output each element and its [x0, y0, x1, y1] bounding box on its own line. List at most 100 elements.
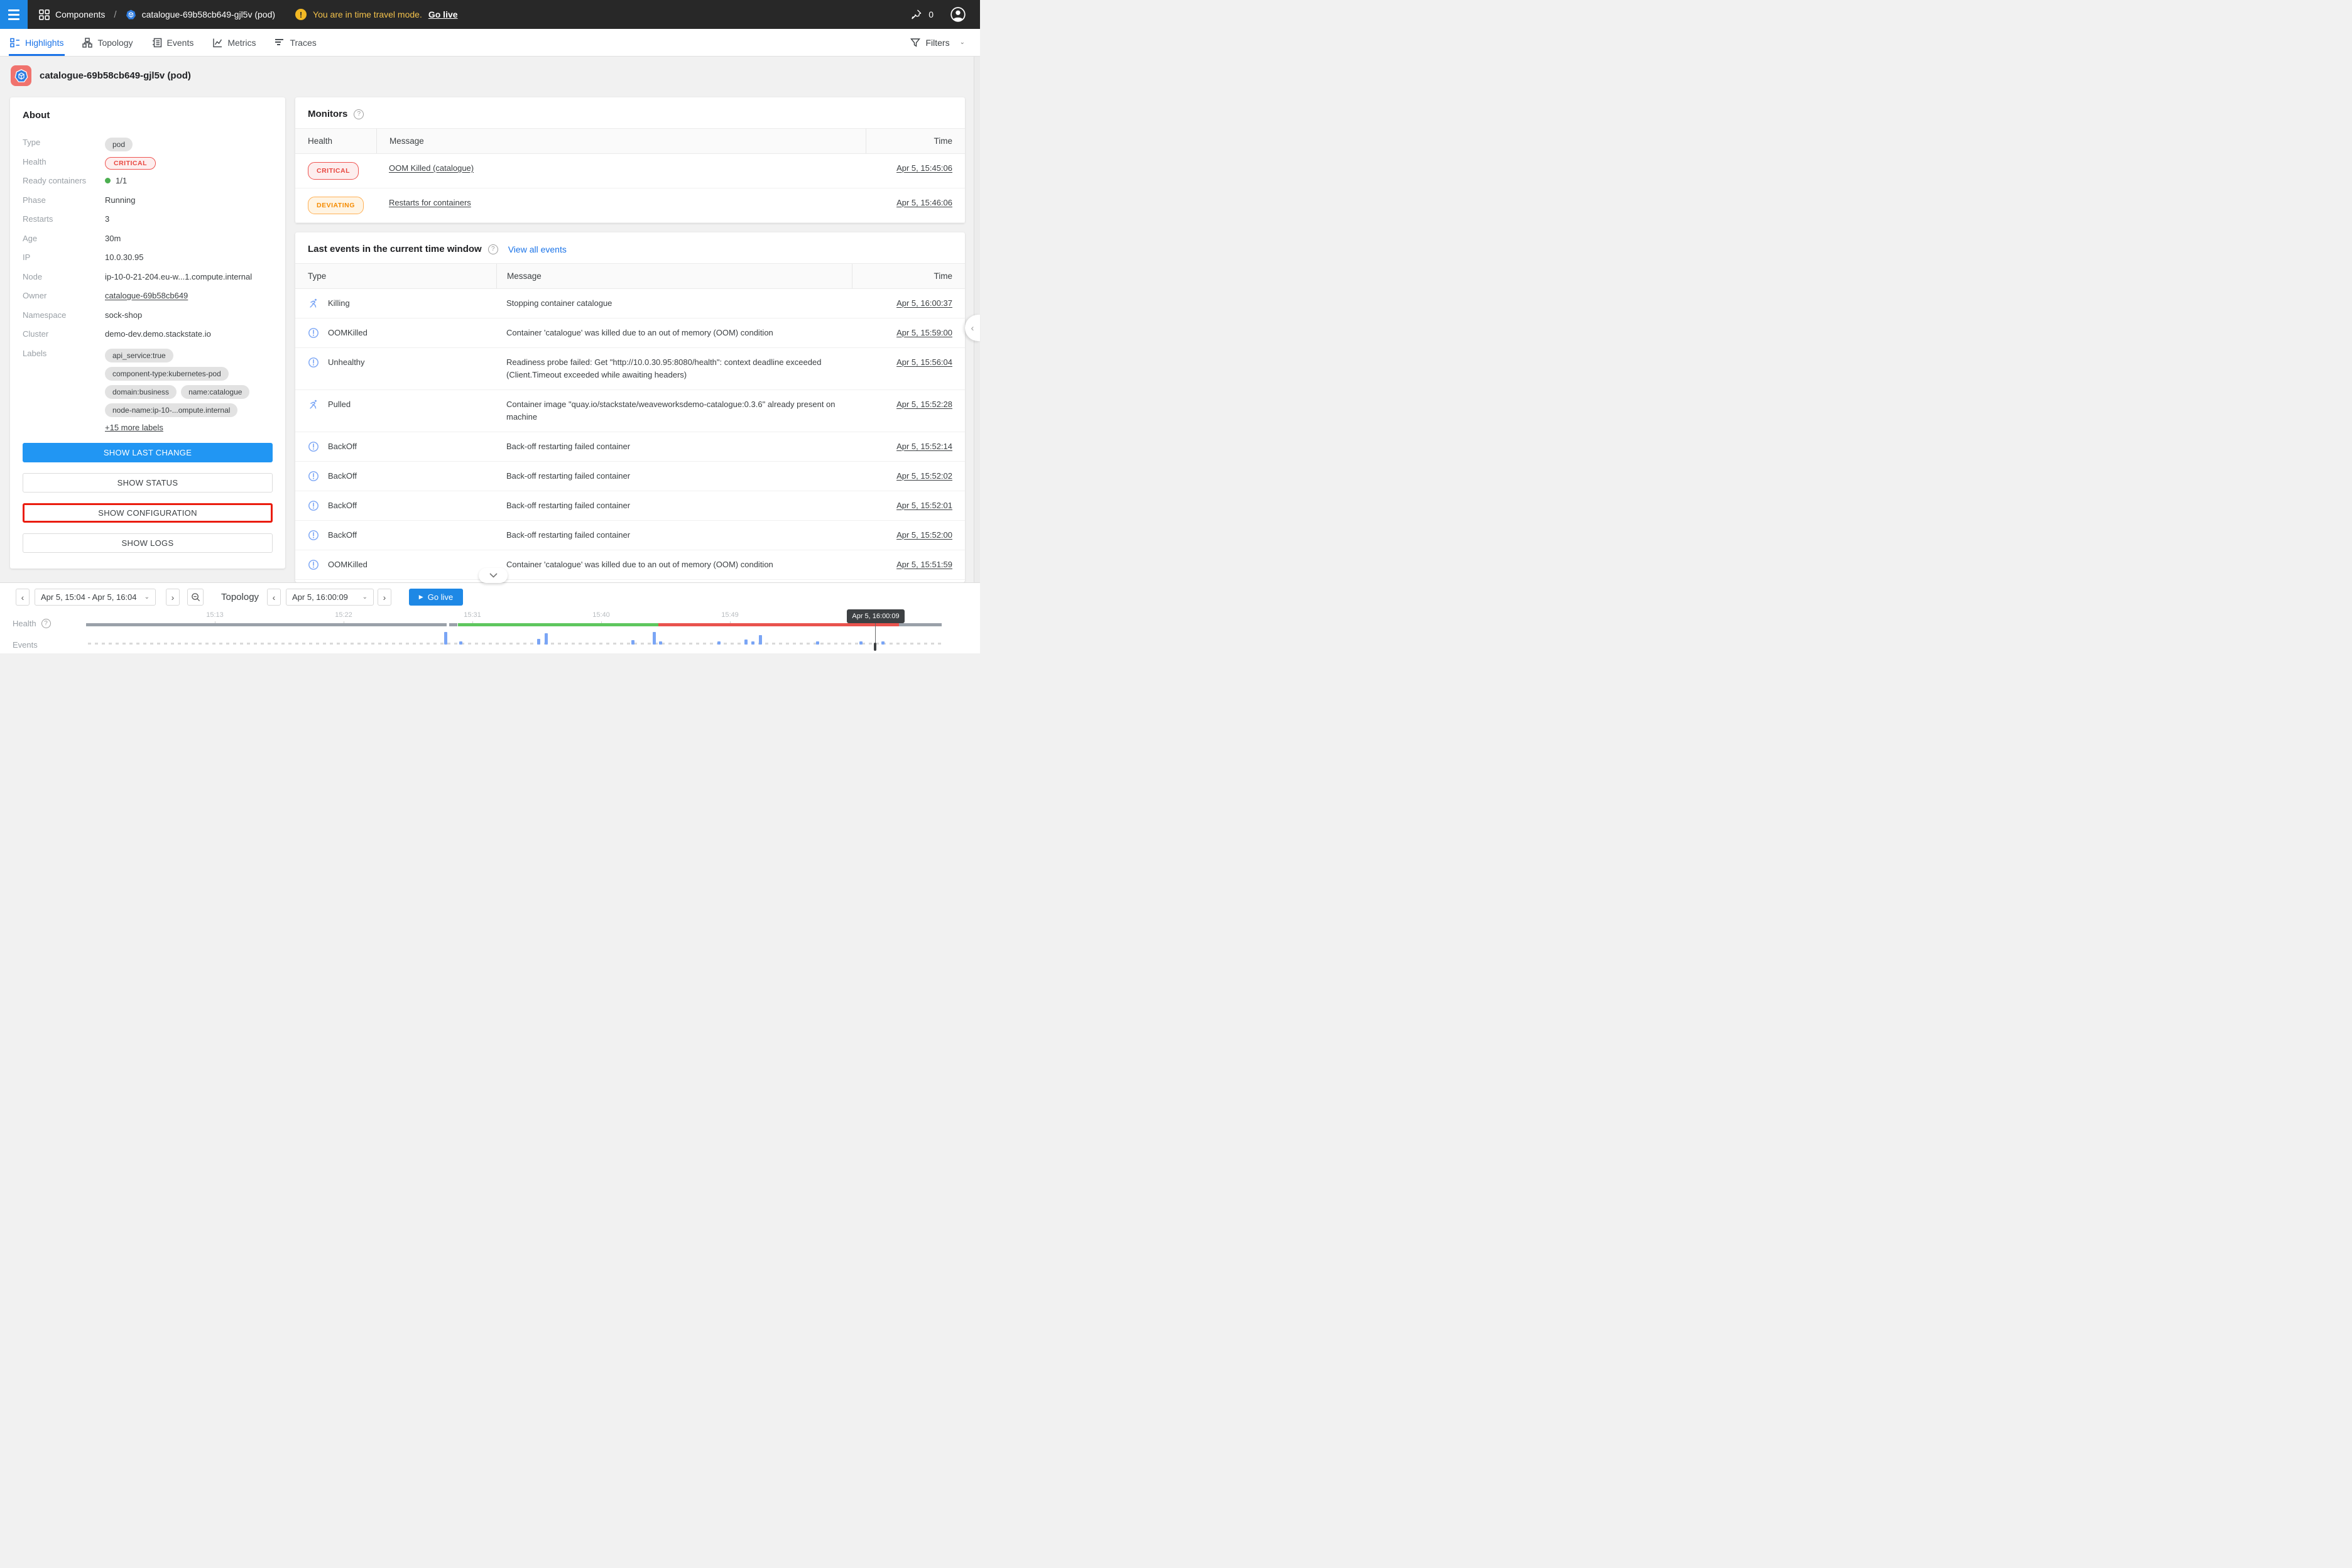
events-title: Last events in the current time window [308, 244, 482, 254]
show-last-change-button[interactable]: SHOW LAST CHANGE [23, 443, 273, 462]
topology-time-prev-button[interactable]: ‹ [267, 589, 281, 606]
events-row-label: Events [13, 640, 38, 650]
time-travel-text: You are in time travel mode. [313, 9, 422, 19]
menu-icon[interactable] [0, 0, 28, 29]
more-labels-link[interactable]: +15 more labels [105, 423, 163, 432]
event-count-bar [881, 641, 885, 645]
filters-label: Filters [925, 38, 949, 48]
tab-topology[interactable]: Topology [82, 29, 133, 56]
health-segment [86, 623, 447, 626]
monitors-table-header: Health Message Time [295, 128, 965, 154]
event-time-link[interactable]: Apr 5, 15:59:00 [896, 328, 952, 337]
view-all-events-link[interactable]: View all events [508, 244, 567, 254]
breadcrumb-entity[interactable]: catalogue-69b58cb649-gjl5v (pod) [126, 9, 275, 20]
time-marker-handle[interactable] [874, 643, 876, 651]
monitor-message-link[interactable]: Restarts for containers [389, 198, 471, 207]
event-count-bar [744, 640, 748, 645]
monitor-time-link[interactable]: Apr 5, 15:45:06 [896, 163, 952, 173]
alert-circle-icon [308, 357, 319, 368]
monitor-message-link[interactable]: OOM Killed (catalogue) [389, 163, 474, 173]
chevron-down-icon: ⌄ [144, 594, 150, 601]
monitors-card: Monitors ? Health Message Time CRITICAL … [295, 97, 965, 223]
health-segment [458, 623, 658, 626]
event-type: BackOff [328, 440, 357, 453]
event-type: BackOff [328, 499, 357, 512]
time-range-dropdown[interactable]: Apr 5, 15:04 - Apr 5, 16:04 ⌄ [35, 589, 156, 606]
monitors-help-icon[interactable]: ? [354, 109, 364, 119]
avatar[interactable] [950, 6, 966, 23]
label-pill: component-type:kubernetes-pod [105, 367, 229, 381]
monitor-status-badge: DEVIATING [308, 197, 364, 214]
range-next-button[interactable]: › [166, 589, 180, 606]
about-title: About [23, 110, 273, 121]
timeline-panel: ‹ Apr 5, 15:04 - Apr 5, 16:04 ⌄ › Topolo… [0, 582, 980, 653]
pin-icon[interactable] [910, 9, 922, 21]
tab-highlights[interactable]: Highlights [10, 29, 63, 56]
expand-events-tab[interactable] [479, 568, 508, 583]
label-pill: node-name:ip-10-...ompute.internal [105, 403, 237, 417]
show-status-button[interactable]: SHOW STATUS [23, 473, 273, 493]
event-type: BackOff [328, 529, 357, 542]
monitor-time-link[interactable]: Apr 5, 15:46:06 [896, 198, 952, 207]
breadcrumb-components[interactable]: Components [39, 9, 105, 20]
table-row: BackOff Back-off restarting failed conta… [295, 462, 965, 491]
event-time-link[interactable]: Apr 5, 15:52:28 [896, 400, 952, 409]
show-logs-button[interactable]: SHOW LOGS [23, 533, 273, 553]
event-time-link[interactable]: Apr 5, 15:51:59 [896, 560, 952, 569]
chevron-down-icon [489, 573, 498, 578]
range-prev-button[interactable]: ‹ [16, 589, 30, 606]
event-message: Back-off restarting failed container [496, 521, 848, 550]
about-row-namespace: Namespace sock-shop [23, 308, 273, 328]
tab-traces[interactable]: Traces [275, 29, 316, 56]
go-live-button[interactable]: ▶ Go live [409, 589, 463, 606]
about-row-cluster: Cluster demo-dev.demo.stackstate.io [23, 327, 273, 347]
play-icon: ▶ [419, 594, 423, 601]
event-time-link[interactable]: Apr 5, 16:00:37 [896, 298, 952, 308]
pin-count: 0 [928, 9, 934, 19]
event-time-link[interactable]: Apr 5, 15:52:14 [896, 442, 952, 451]
tab-label: Highlights [25, 38, 63, 48]
monitors-table-body: CRITICAL OOM Killed (catalogue) Apr 5, 1… [295, 154, 965, 223]
page-title: catalogue-69b58cb649-gjl5v (pod) [40, 70, 191, 81]
health-status-badge: CRITICAL [105, 157, 156, 170]
go-live-link[interactable]: Go live [428, 9, 458, 19]
event-time-link[interactable]: Apr 5, 15:52:00 [896, 530, 952, 540]
collapse-panel-handle[interactable]: ‹ [965, 315, 980, 341]
health-row-label: Health ? [13, 619, 51, 628]
events-table-header: Type Message Time [295, 263, 965, 289]
event-time-link[interactable]: Apr 5, 15:52:01 [896, 501, 952, 510]
alert-circle-icon [308, 530, 319, 541]
owner-link[interactable]: catalogue-69b58cb649 [105, 291, 188, 300]
event-count-bar [537, 639, 540, 645]
top-bar: Components / catalogue-69b58cb649-gjl5v … [0, 0, 980, 29]
zoom-out-button[interactable] [187, 589, 204, 606]
event-time-link[interactable]: Apr 5, 15:56:04 [896, 357, 952, 367]
runner-icon [308, 399, 319, 410]
event-type: OOMKilled [328, 558, 368, 571]
topology-time-next-button[interactable]: › [378, 589, 391, 606]
event-count-bar [717, 641, 721, 645]
about-row-node: Node ip-10-0-21-204.eu-w...1.compute.int… [23, 270, 273, 290]
filters-button[interactable]: Filters ⌄ [910, 38, 980, 48]
event-message: Back-off restarting failed container [496, 491, 848, 520]
event-time-link[interactable]: Apr 5, 15:52:02 [896, 471, 952, 481]
events-help-icon[interactable]: ? [488, 244, 498, 254]
topology-time-dropdown[interactable]: Apr 5, 16:00:09 ⌄ [286, 589, 374, 606]
entity-header: catalogue-69b58cb649-gjl5v (pod) [11, 65, 191, 86]
show-configuration-button[interactable]: SHOW CONFIGURATION [23, 503, 273, 523]
event-message: Readiness probe failed: Get "http://10.0… [496, 348, 848, 389]
current-time-tooltip: Apr 5, 16:00:09 [847, 609, 905, 623]
about-row-type: Type pod [23, 136, 273, 155]
health-help-icon[interactable]: ? [41, 619, 51, 628]
topology-icon [82, 38, 92, 48]
table-row: BackOff Back-off restarting failed conta… [295, 491, 965, 521]
table-row: OOMKilled Container 'catalogue' was kill… [295, 318, 965, 348]
event-count-bar [545, 633, 548, 645]
table-row: OOMKilled Container 'catalogue' was kill… [295, 550, 965, 580]
tab-metrics[interactable]: Metrics [212, 29, 256, 56]
about-row-owner: Owner catalogue-69b58cb649 [23, 289, 273, 308]
tab-label: Topology [97, 38, 133, 48]
breadcrumb-label: Components [55, 9, 105, 19]
table-row: Unhealthy Readiness probe failed: Get "h… [295, 348, 965, 390]
tab-events[interactable]: Events [152, 29, 194, 56]
